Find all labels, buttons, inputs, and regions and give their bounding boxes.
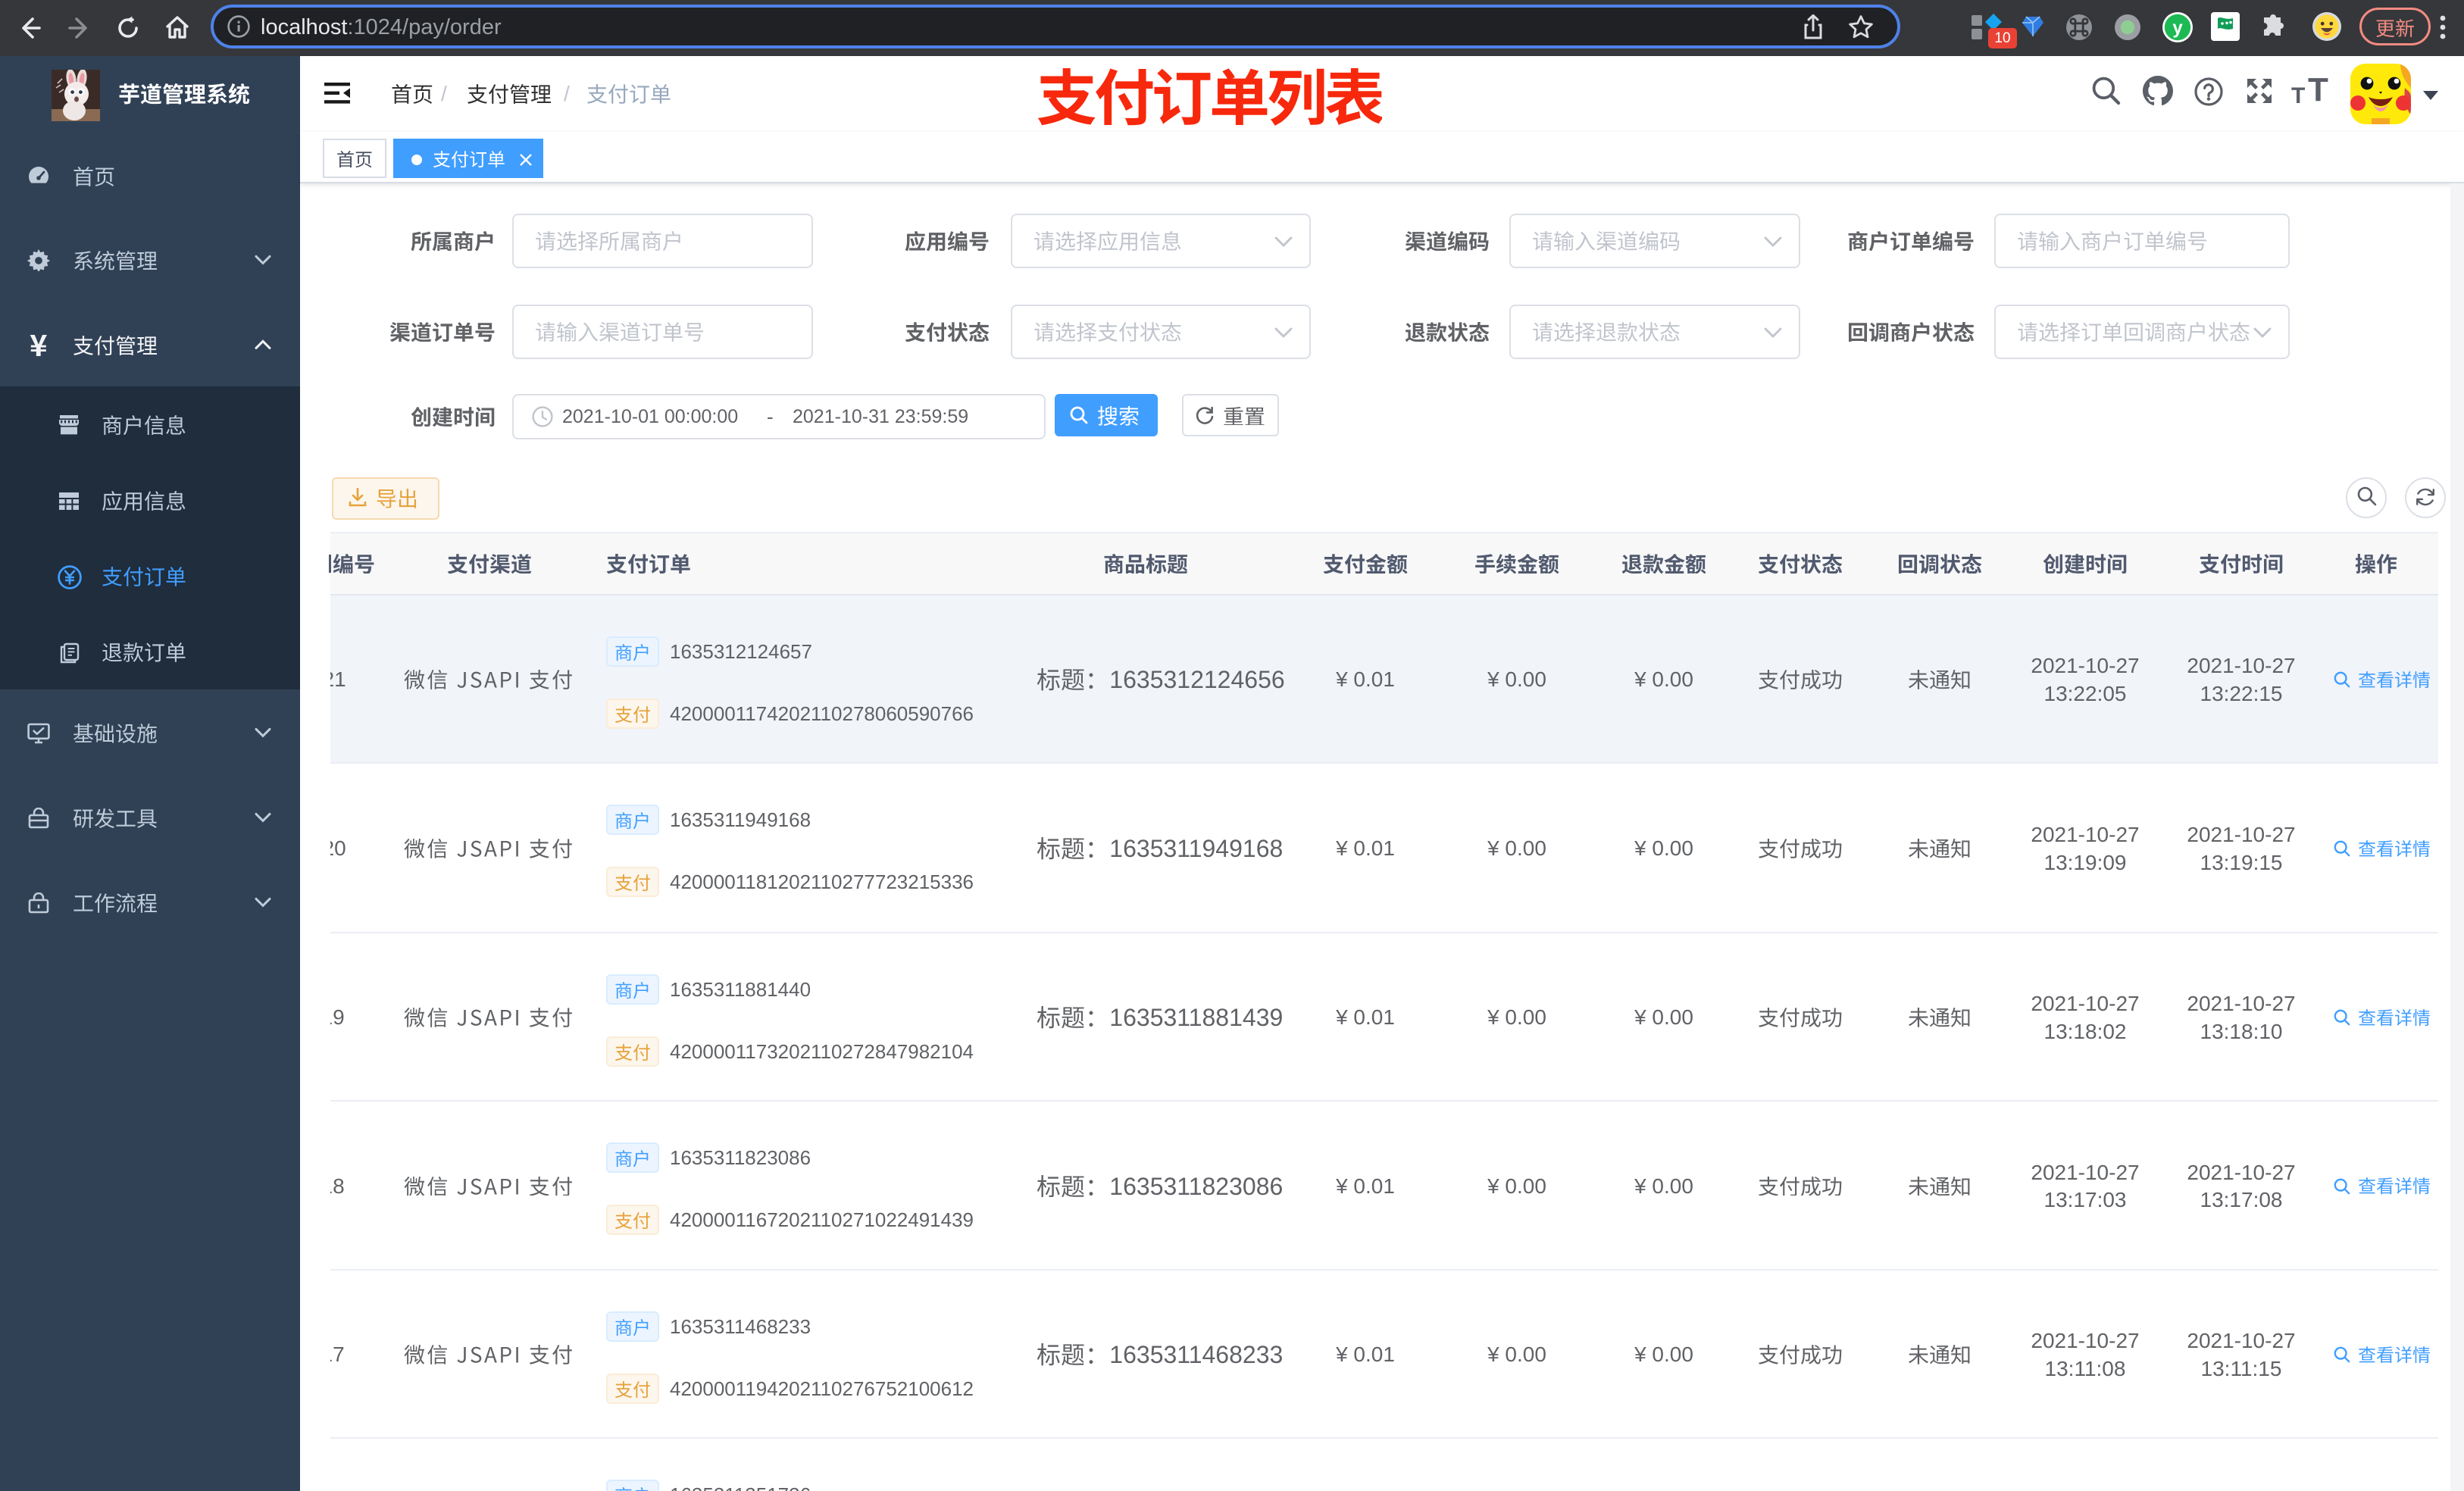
svg-text:y: y bbox=[2172, 17, 2183, 38]
